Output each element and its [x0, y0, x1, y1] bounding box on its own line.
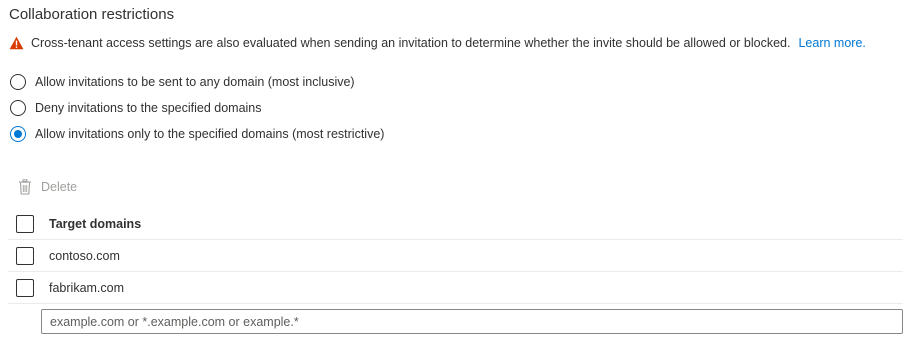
table-row[interactable]: fabrikam.com [8, 272, 903, 304]
row-checkbox[interactable] [16, 278, 34, 297]
section-title: Collaboration restrictions [9, 6, 175, 23]
domain-cell: fabrikam.com [49, 280, 125, 295]
delete-button[interactable]: Delete [18, 179, 77, 195]
collaboration-restrictions-panel: Collaboration restrictions Cross-tenant … [0, 0, 921, 352]
radio-label: Allow invitations to be sent to any doma… [35, 75, 355, 89]
warning-message: Cross-tenant access settings are also ev… [9, 36, 866, 50]
warning-text: Cross-tenant access settings are also ev… [31, 36, 791, 50]
radio-label: Allow invitations only to the specified … [35, 127, 385, 141]
delete-label: Delete [41, 180, 78, 194]
new-domain-input[interactable] [41, 309, 903, 334]
domain-cell: contoso.com [49, 248, 120, 263]
select-all-checkbox[interactable] [16, 214, 34, 233]
warning-icon [9, 36, 24, 50]
radio-selected-dot [14, 130, 22, 138]
radio-button[interactable] [10, 74, 26, 90]
table-row[interactable]: contoso.com [8, 240, 903, 272]
table-header-row: Target domains [8, 208, 903, 240]
radio-button-selected[interactable] [10, 126, 26, 142]
learn-more-link[interactable]: Learn more. [798, 36, 865, 50]
radio-option-allow-any-domain[interactable]: Allow invitations to be sent to any doma… [10, 74, 355, 90]
radio-option-allow-only-specified-domains[interactable]: Allow invitations only to the specified … [10, 126, 384, 142]
trash-icon [18, 179, 32, 195]
radio-label: Deny invitations to the specified domain… [35, 101, 262, 115]
column-header-target-domains: Target domains [49, 216, 142, 231]
row-checkbox[interactable] [16, 246, 34, 265]
radio-option-deny-specified-domains[interactable]: Deny invitations to the specified domain… [10, 100, 262, 116]
radio-button[interactable] [10, 100, 26, 116]
